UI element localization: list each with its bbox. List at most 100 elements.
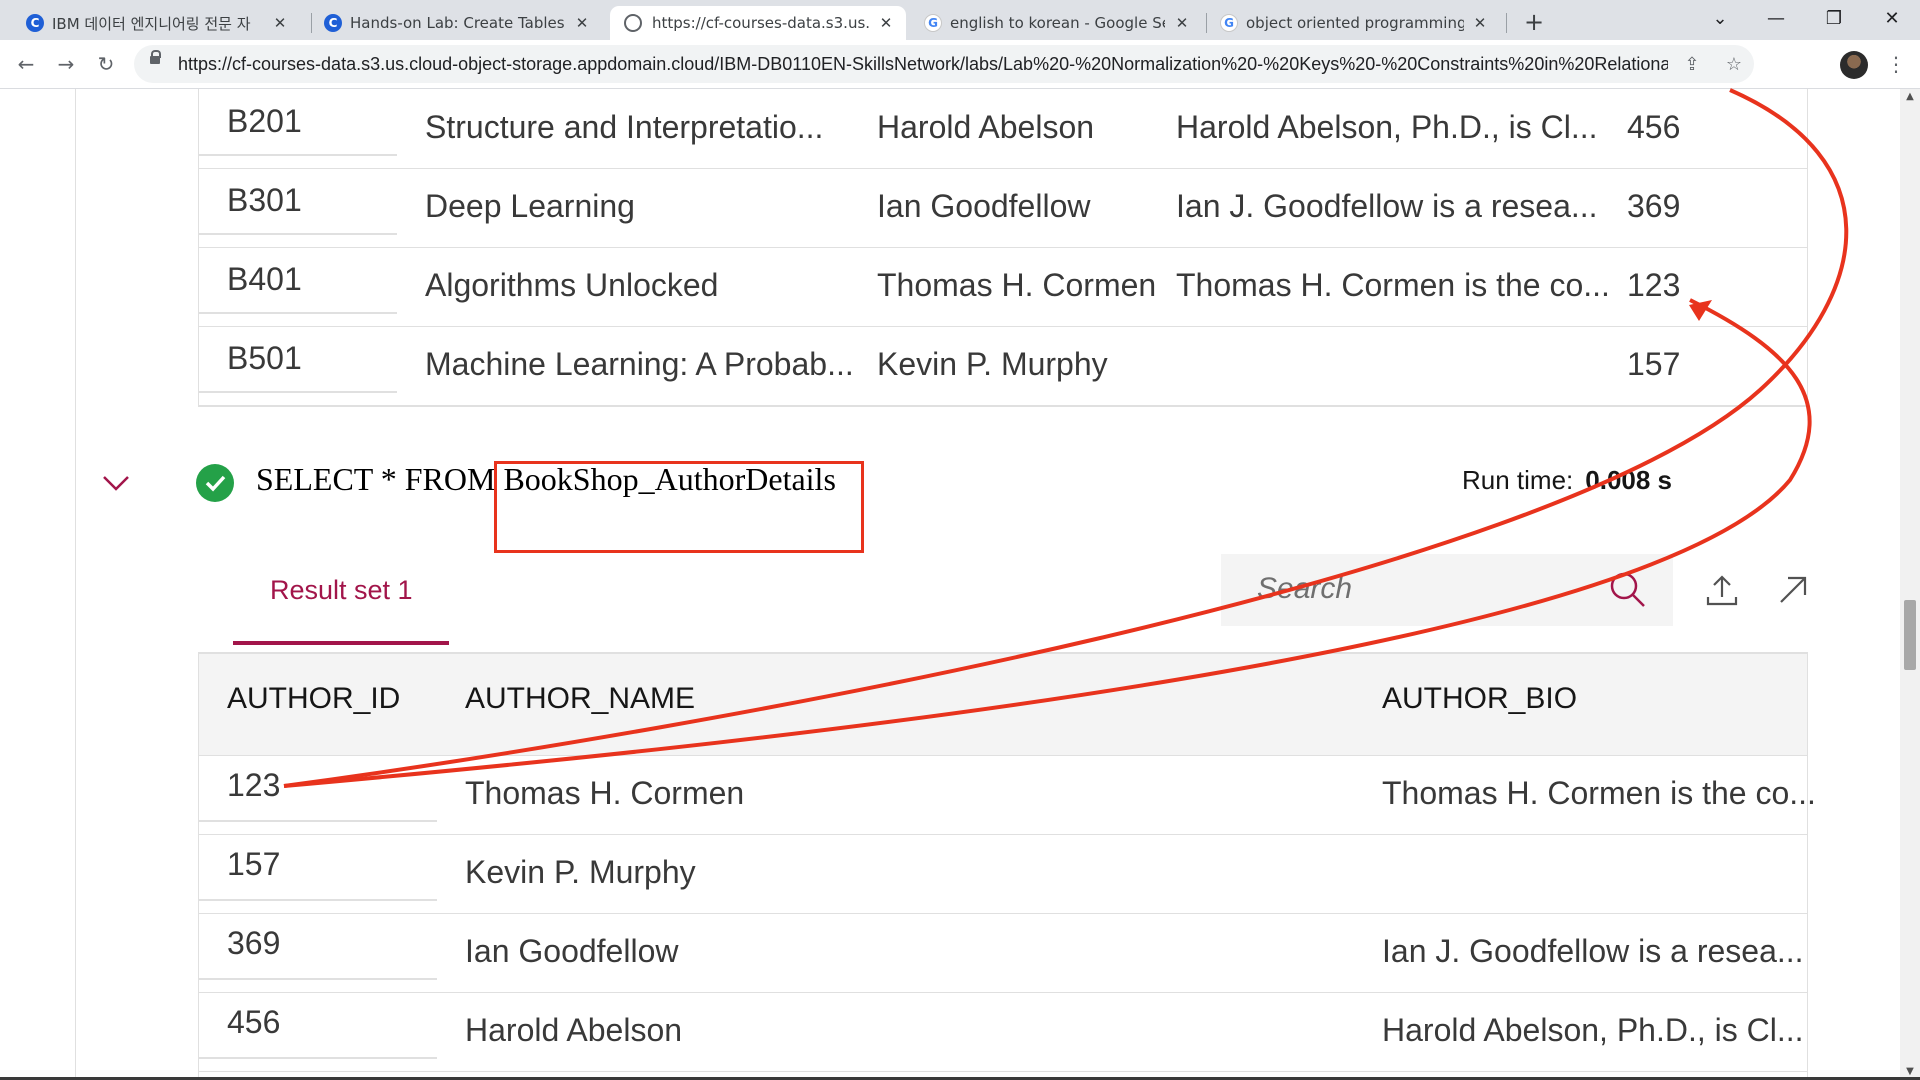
tab-title: object oriented programming la [1246,14,1464,32]
column-header-author-id[interactable]: AUTHOR_ID [227,682,400,716]
table-row: 157 Kevin P. Murphy [199,834,1807,914]
table-row: 456 Harold Abelson Harold Abelson, Ph.D.… [199,992,1807,1072]
search-placeholder: Search [1257,572,1353,605]
tab-search-icon[interactable]: ⌄ [1692,0,1748,40]
author-bio-cell: Ian J. Goodfellow is a resea... [1176,188,1598,224]
author-name-cell: Thomas H. Cormen [465,775,745,811]
book-id-cell: B501 [227,340,302,376]
cell-divider [199,978,437,980]
close-tab-icon[interactable]: ✕ [572,13,592,33]
column-header-author-bio[interactable]: AUTHOR_BIO [1382,682,1577,716]
close-window-icon[interactable]: ✕ [1864,0,1920,40]
search-icon[interactable] [1607,569,1647,609]
book-title-cell: Algorithms Unlocked [425,267,719,303]
run-time: Run time: 0.008 s [1462,465,1672,496]
book-title-cell: Machine Learning: A Probab... [425,346,854,382]
author-id-cell: 369 [1627,188,1681,224]
tab-separator [1506,13,1507,33]
close-tab-icon[interactable]: ✕ [270,13,290,33]
book-id-cell: B201 [227,103,302,139]
author-name-cell: Kevin P. Murphy [877,346,1108,382]
coursera-icon: C [324,14,342,32]
book-id-cell: B401 [227,261,302,297]
column-header-author-name[interactable]: AUTHOR_NAME [465,682,695,716]
globe-icon [624,14,642,32]
run-time-label: Run time: [1462,465,1574,495]
google-icon: G [1220,14,1238,32]
tab-separator [311,13,312,33]
restore-icon[interactable]: ❐ [1806,0,1862,40]
author-id-cell: 123 [1627,267,1681,303]
author-name-cell: Harold Abelson [877,109,1095,145]
cell-divider [199,312,397,314]
tab-title: https://cf-courses-data.s3.us.clo [652,14,870,32]
annotation-highlight-box [494,461,864,553]
browser-tab[interactable]: G object oriented programming la ✕ [1220,6,1500,40]
close-tab-icon[interactable]: ✕ [1470,13,1490,33]
chevron-down-icon[interactable] [100,467,132,499]
export-upload-icon[interactable] [1705,573,1739,607]
cell-divider [199,233,397,235]
share-icon[interactable]: ⇪ [1680,53,1704,77]
author-bio-cell: Harold Abelson, Ph.D., is Cl... [1382,1012,1804,1048]
cell-divider [199,820,437,822]
browser-tab[interactable]: C Hands-on Lab: Create Tables an ✕ [324,6,602,40]
tab-separator [1206,13,1207,33]
table-row: B501 Machine Learning: A Probab... Kevin… [199,326,1807,406]
expand-arrow-icon[interactable] [1776,573,1810,607]
author-name-cell: Ian Goodfellow [465,933,679,969]
browser-tab-active[interactable]: https://cf-courses-data.s3.us.clo ✕ [610,6,906,40]
author-name-cell: Kevin P. Murphy [465,854,696,890]
author-id-cell: 157 [227,846,281,882]
book-table: B201 Structure and Interpretatio... Haro… [198,89,1808,407]
page-scrollbar[interactable]: ▲ ▼ [1900,89,1920,1080]
close-tab-icon[interactable]: ✕ [1172,13,1192,33]
browser-tab[interactable]: G english to korean - Google Sear ✕ [924,6,1202,40]
new-tab-button[interactable]: + [1520,8,1548,36]
tab-strip: C IBM 데이터 엔지니어링 전문 자 ✕ C Hands-on Lab: C… [0,0,1920,40]
browser-menu-icon[interactable]: ⋮ [1884,50,1908,78]
book-title-cell: Deep Learning [425,188,635,224]
table-header: AUTHOR_ID AUTHOR_NAME AUTHOR_BIO [199,652,1807,756]
scroll-up-arrow-icon[interactable]: ▲ [1900,89,1920,105]
author-id-cell: 369 [227,925,281,961]
author-id-cell: 157 [1627,346,1681,382]
cell-divider [199,899,437,901]
browser-toolbar: ← → ↻ https://cf-courses-data.s3.us.clou… [0,40,1920,89]
cell-divider [199,391,397,393]
tab-result-set-1[interactable]: Result set 1 [233,575,449,645]
table-row: 369 Ian Goodfellow Ian J. Goodfellow is … [199,913,1807,993]
result-table: AUTHOR_ID AUTHOR_NAME AUTHOR_BIO 123 Tho… [198,652,1816,1080]
cell-divider [199,1057,437,1059]
search-input[interactable]: Search [1221,554,1673,626]
sql-query-prefix: SELECT * FROM [256,461,504,497]
author-id-cell: 456 [227,1004,281,1040]
author-bio-cell: Thomas H. Cormen is the co... [1176,267,1610,303]
success-check-icon [196,464,234,502]
avatar[interactable] [1840,51,1868,79]
table-row: 123 Thomas H. Cormen Thomas H. Cormen is… [199,755,1816,835]
close-tab-icon[interactable]: ✕ [876,13,896,33]
lock-icon [150,50,161,64]
browser-tab[interactable]: C IBM 데이터 엔지니어링 전문 자 ✕ [26,6,300,40]
back-icon[interactable]: ← [12,50,40,78]
author-name-cell: Thomas H. Cormen [877,267,1157,303]
bookmark-star-icon[interactable]: ☆ [1722,53,1746,77]
address-url[interactable]: https://cf-courses-data.s3.us.cloud-obje… [178,45,1668,83]
scrollbar-thumb[interactable] [1904,600,1916,670]
forward-icon[interactable]: → [52,50,80,78]
reload-icon[interactable]: ↻ [92,50,120,78]
tab-title: IBM 데이터 엔지니어링 전문 자 [52,14,251,33]
author-bio-cell: Ian J. Goodfellow is a resea... [1382,933,1804,969]
address-bar[interactable]: https://cf-courses-data.s3.us.cloud-obje… [134,45,1754,83]
table-row: B301 Deep Learning Ian Goodfellow Ian J.… [199,168,1807,248]
tab-label: Result set 1 [270,575,413,605]
tab-title: english to korean - Google Sear [950,14,1165,32]
table-row: B401 Algorithms Unlocked Thomas H. Corme… [199,247,1807,327]
author-id-cell: 123 [227,767,281,803]
author-name-cell: Ian Goodfellow [877,188,1091,224]
run-time-value: 0.008 s [1585,465,1673,495]
minimize-icon[interactable]: — [1748,0,1804,40]
book-title-cell: Structure and Interpretatio... [425,109,824,145]
tab-title: Hands-on Lab: Create Tables an [350,14,565,32]
